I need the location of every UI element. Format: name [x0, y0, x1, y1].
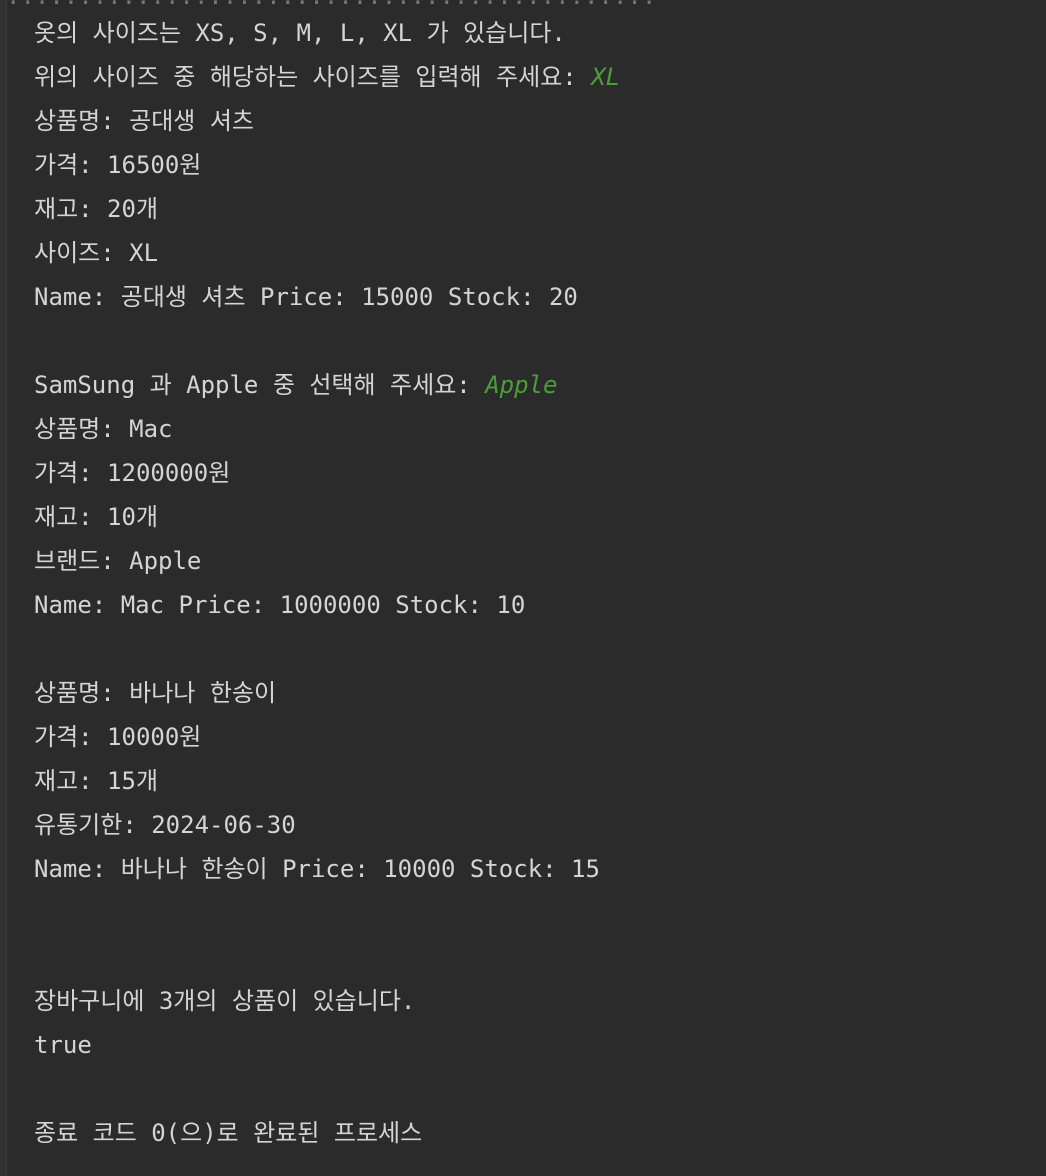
console-line-text: 가격: 10000원	[34, 723, 202, 751]
console-line: 가격: 1200000원	[34, 451, 620, 495]
console-line: 옷의 사이즈는 XS, S, M, L, XL 가 있습니다.	[34, 11, 620, 55]
console-line: 상품명: 바나나 한송이	[34, 671, 620, 715]
console-line-text: Name: Mac Price: 1000000 Stock: 10	[34, 591, 526, 619]
console-line-text: Name: 공대생 셔츠 Price: 15000 Stock: 20	[34, 283, 578, 311]
console-line: 종료 코드 0(으)로 완료된 프로세스	[34, 1111, 620, 1155]
console-line-text: 재고: 10개	[34, 503, 159, 531]
console-line: 브랜드: Apple	[34, 539, 620, 583]
console-output-panel[interactable]: .....,.......,....,.......,.....,..,...,…	[0, 0, 1046, 1176]
console-line-text: 상품명: 공대생 셔츠	[34, 107, 254, 135]
console-line-text: 재고: 15개	[34, 767, 159, 795]
console-line-text: true	[34, 1031, 92, 1059]
console-text-area[interactable]: 옷의 사이즈는 XS, S, M, L, XL 가 있습니다. 위의 사이즈 중 …	[34, 11, 620, 1155]
console-line-text: 재고: 20개	[34, 195, 159, 223]
console-line-text: 종료 코드 0(으)로 완료된 프로세스	[34, 1119, 423, 1147]
console-line: 상품명: Mac	[34, 407, 620, 451]
console-line: 사이즈: XL	[34, 231, 620, 275]
console-line-text: 상품명: Mac	[34, 415, 173, 443]
console-line: 재고: 10개	[34, 495, 620, 539]
console-line: 상품명: 공대생 셔츠	[34, 99, 620, 143]
console-line-text: SamSung 과 Apple 중 선택해 주세요:	[34, 371, 486, 399]
console-line-text: 유통기한: 2024-06-30	[34, 811, 296, 839]
console-line-text: 옷의 사이즈는 XS, S, M, L, XL 가 있습니다.	[34, 19, 566, 47]
console-line: 장바구니에 3개의 상품이 있습니다.	[34, 979, 620, 1023]
console-line: 재고: 15개	[34, 759, 620, 803]
console-line: 위의 사이즈 중 해당하는 사이즈를 입력해 주세요: XL	[34, 55, 620, 99]
console-line: 재고: 20개	[34, 187, 620, 231]
console-line-text: 가격: 16500원	[34, 151, 202, 179]
console-line: 가격: 16500원	[34, 143, 620, 187]
clipped-top-line: .....,.......,....,.......,.....,..,...,…	[6, 0, 1046, 4]
console-line: Name: 공대생 셔츠 Price: 15000 Stock: 20	[34, 275, 620, 319]
gutter-divider	[6, 0, 7, 1176]
console-line: 유통기한: 2024-06-30	[34, 803, 620, 847]
console-line: Name: Mac Price: 1000000 Stock: 10	[34, 583, 620, 627]
console-line-text: 상품명: 바나나 한송이	[34, 679, 277, 707]
console-line: 가격: 10000원	[34, 715, 620, 759]
console-line-text: 위의 사이즈 중 해당하는 사이즈를 입력해 주세요:	[34, 63, 592, 91]
user-input-echo: XL	[591, 63, 621, 91]
console-line-text: 사이즈: XL	[34, 239, 159, 267]
console-line-text: 장바구니에 3개의 상품이 있습니다.	[34, 987, 416, 1015]
console-line: true	[34, 1023, 620, 1067]
console-line: SamSung 과 Apple 중 선택해 주세요: Apple	[34, 363, 620, 407]
console-line: Name: 바나나 한송이 Price: 10000 Stock: 15	[34, 847, 620, 891]
console-line-text: 가격: 1200000원	[34, 459, 231, 487]
user-input-echo: Apple	[485, 371, 558, 399]
console-line-text: Name: 바나나 한송이 Price: 10000 Stock: 15	[34, 855, 600, 883]
console-line-text: 브랜드: Apple	[34, 547, 202, 575]
